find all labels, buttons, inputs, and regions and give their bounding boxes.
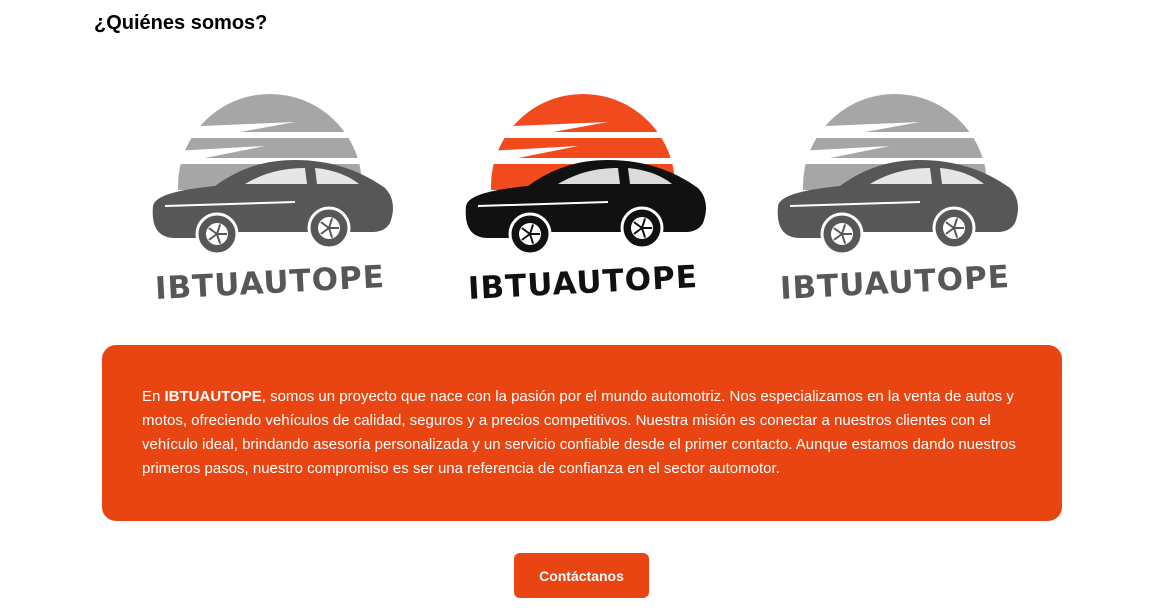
about-box: En IBTUAUTOPE, somos un proyecto que nac…: [102, 345, 1062, 521]
brand-logo-gray-right: IBTUAUTOPE: [770, 88, 1020, 308]
page-title: ¿Quiénes somos?: [94, 12, 268, 34]
contact-button[interactable]: Contáctanos: [514, 553, 649, 598]
car-logo-icon: IBTUAUTOPE: [465, 94, 706, 307]
about-text: En IBTUAUTOPE, somos un proyecto que nac…: [142, 385, 1022, 481]
car-logo-icon: IBTUAUTOPE: [152, 94, 393, 307]
brand-logo-gray-left: IBTUAUTOPE: [145, 88, 395, 308]
logo-wordmark: IBTUAUTOPE: [467, 259, 699, 307]
car-logo-icon: IBTUAUTOPE: [777, 94, 1018, 307]
logo-gallery: IBTUAUTOPE IBTUAUTOPE IBTUAUTOPE: [0, 88, 1172, 313]
about-page: ¿Quiénes somos? IBTUAUTOPE IBTUAUTOPE IB…: [0, 0, 1172, 615]
about-prefix: En: [142, 388, 165, 405]
brand-logo-featured: IBTUAUTOPE: [458, 88, 708, 308]
about-brand: IBTUAUTOPE: [164, 388, 262, 405]
about-body: , somos un proyecto que nace con la pasi…: [142, 388, 1016, 477]
logo-wordmark: IBTUAUTOPE: [779, 259, 1011, 307]
logo-wordmark: IBTUAUTOPE: [154, 259, 386, 307]
